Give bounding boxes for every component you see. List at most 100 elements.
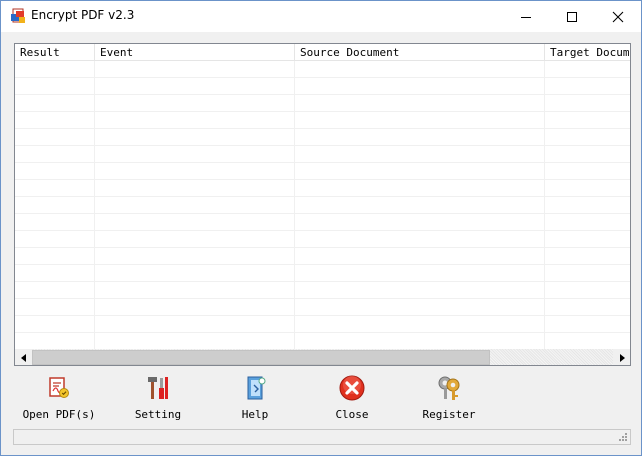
empty-grid-cell bbox=[295, 112, 545, 129]
empty-grid-row[interactable] bbox=[15, 197, 630, 214]
empty-grid-cell bbox=[15, 180, 95, 197]
empty-grid-row[interactable] bbox=[15, 299, 630, 316]
resize-grip-icon[interactable] bbox=[618, 432, 628, 442]
empty-grid-row[interactable] bbox=[15, 282, 630, 299]
empty-grid-row[interactable] bbox=[15, 214, 630, 231]
column-header-source-document[interactable]: Source Document bbox=[295, 44, 545, 61]
empty-grid-cell bbox=[95, 146, 295, 163]
empty-grid-cell bbox=[95, 214, 295, 231]
empty-grid-cell bbox=[545, 316, 630, 333]
empty-grid-cell bbox=[15, 231, 95, 248]
empty-grid-cell bbox=[545, 146, 630, 163]
results-list[interactable]: Result Event Source Document Target Docu… bbox=[14, 43, 631, 366]
empty-grid-cell bbox=[545, 197, 630, 214]
empty-grid-row[interactable] bbox=[15, 316, 630, 333]
empty-grid-row[interactable] bbox=[15, 231, 630, 248]
help-book-icon bbox=[240, 373, 270, 403]
empty-grid-cell bbox=[15, 146, 95, 163]
empty-grid-cell bbox=[295, 248, 545, 265]
minimize-icon bbox=[521, 16, 531, 18]
list-header: Result Event Source Document Target Docu… bbox=[15, 44, 630, 61]
empty-grid-cell bbox=[295, 333, 545, 350]
empty-grid-cell bbox=[95, 316, 295, 333]
empty-grid-cell bbox=[545, 61, 630, 78]
empty-grid-row[interactable] bbox=[15, 61, 630, 78]
empty-grid-cell bbox=[95, 231, 295, 248]
empty-grid-cell bbox=[295, 180, 545, 197]
empty-grid-cell bbox=[95, 282, 295, 299]
window-title: Encrypt PDF v2.3 bbox=[31, 8, 135, 22]
toolbar: Open PDF(s) Setting Help Close Register bbox=[14, 371, 631, 423]
close-window-button[interactable] bbox=[595, 1, 641, 32]
empty-grid-cell bbox=[295, 61, 545, 78]
empty-grid-cell bbox=[295, 231, 545, 248]
empty-grid-cell bbox=[295, 316, 545, 333]
empty-grid-row[interactable] bbox=[15, 129, 630, 146]
empty-grid-cell bbox=[545, 248, 630, 265]
empty-grid-cell bbox=[15, 265, 95, 282]
empty-grid-cell bbox=[545, 299, 630, 316]
empty-grid-row[interactable] bbox=[15, 265, 630, 282]
empty-grid-cell bbox=[95, 78, 295, 95]
empty-grid-row[interactable] bbox=[15, 163, 630, 180]
column-header-event[interactable]: Event bbox=[95, 44, 295, 61]
empty-grid-row[interactable] bbox=[15, 112, 630, 129]
help-label: Help bbox=[241, 408, 269, 421]
empty-grid-cell bbox=[95, 248, 295, 265]
horizontal-scrollbar[interactable] bbox=[15, 349, 630, 365]
empty-grid-cell bbox=[15, 95, 95, 112]
empty-grid-cell bbox=[15, 129, 95, 146]
empty-grid-cell bbox=[15, 333, 95, 350]
empty-grid-cell bbox=[95, 333, 295, 350]
empty-grid-cell bbox=[545, 214, 630, 231]
open-pdf-icon bbox=[44, 373, 74, 403]
empty-grid-row[interactable] bbox=[15, 78, 630, 95]
empty-grid-row[interactable] bbox=[15, 95, 630, 112]
empty-grid-cell bbox=[95, 61, 295, 78]
empty-grid-cell bbox=[545, 163, 630, 180]
empty-grid-row[interactable] bbox=[15, 248, 630, 265]
empty-grid-cell bbox=[15, 112, 95, 129]
empty-grid-cell bbox=[545, 265, 630, 282]
keys-register-icon bbox=[434, 373, 464, 403]
empty-grid-cell bbox=[295, 214, 545, 231]
empty-grid-cell bbox=[15, 316, 95, 333]
register-button[interactable]: Register bbox=[404, 371, 494, 423]
maximize-icon bbox=[567, 11, 577, 22]
empty-grid-cell bbox=[95, 180, 295, 197]
empty-grid-cell bbox=[15, 299, 95, 316]
arrow-right-icon bbox=[619, 353, 625, 362]
column-header-target-document[interactable]: Target Document bbox=[545, 44, 630, 61]
empty-grid-cell bbox=[295, 265, 545, 282]
empty-grid-row[interactable] bbox=[15, 146, 630, 163]
list-body[interactable] bbox=[15, 61, 630, 350]
scroll-right-button[interactable] bbox=[613, 349, 630, 365]
empty-grid-cell bbox=[295, 197, 545, 214]
scrollbar-thumb[interactable] bbox=[32, 350, 490, 365]
empty-grid-cell bbox=[545, 95, 630, 112]
empty-grid-row[interactable] bbox=[15, 333, 630, 350]
empty-grid-cell bbox=[15, 163, 95, 180]
empty-grid-cell bbox=[95, 112, 295, 129]
empty-grid-cell bbox=[95, 299, 295, 316]
column-header-result[interactable]: Result bbox=[15, 44, 95, 61]
close-red-x-icon bbox=[337, 373, 367, 403]
status-bar bbox=[13, 429, 631, 445]
help-button[interactable]: Help bbox=[210, 371, 300, 423]
empty-grid-cell bbox=[295, 129, 545, 146]
empty-grid-cell bbox=[95, 265, 295, 282]
open-pdfs-button[interactable]: Open PDF(s) bbox=[14, 371, 104, 423]
setting-label: Setting bbox=[134, 408, 182, 421]
maximize-button[interactable] bbox=[549, 1, 595, 32]
empty-grid-cell bbox=[295, 299, 545, 316]
scroll-left-button[interactable] bbox=[15, 349, 32, 365]
title-bar[interactable]: Encrypt PDF v2.3 bbox=[1, 1, 641, 32]
empty-grid-cell bbox=[295, 78, 545, 95]
minimize-button[interactable] bbox=[503, 1, 549, 32]
empty-grid-cell bbox=[15, 282, 95, 299]
close-button[interactable]: Close bbox=[307, 371, 397, 423]
empty-grid-row[interactable] bbox=[15, 180, 630, 197]
setting-button[interactable]: Setting bbox=[113, 371, 203, 423]
empty-grid-cell bbox=[295, 163, 545, 180]
empty-grid-cell bbox=[295, 95, 545, 112]
